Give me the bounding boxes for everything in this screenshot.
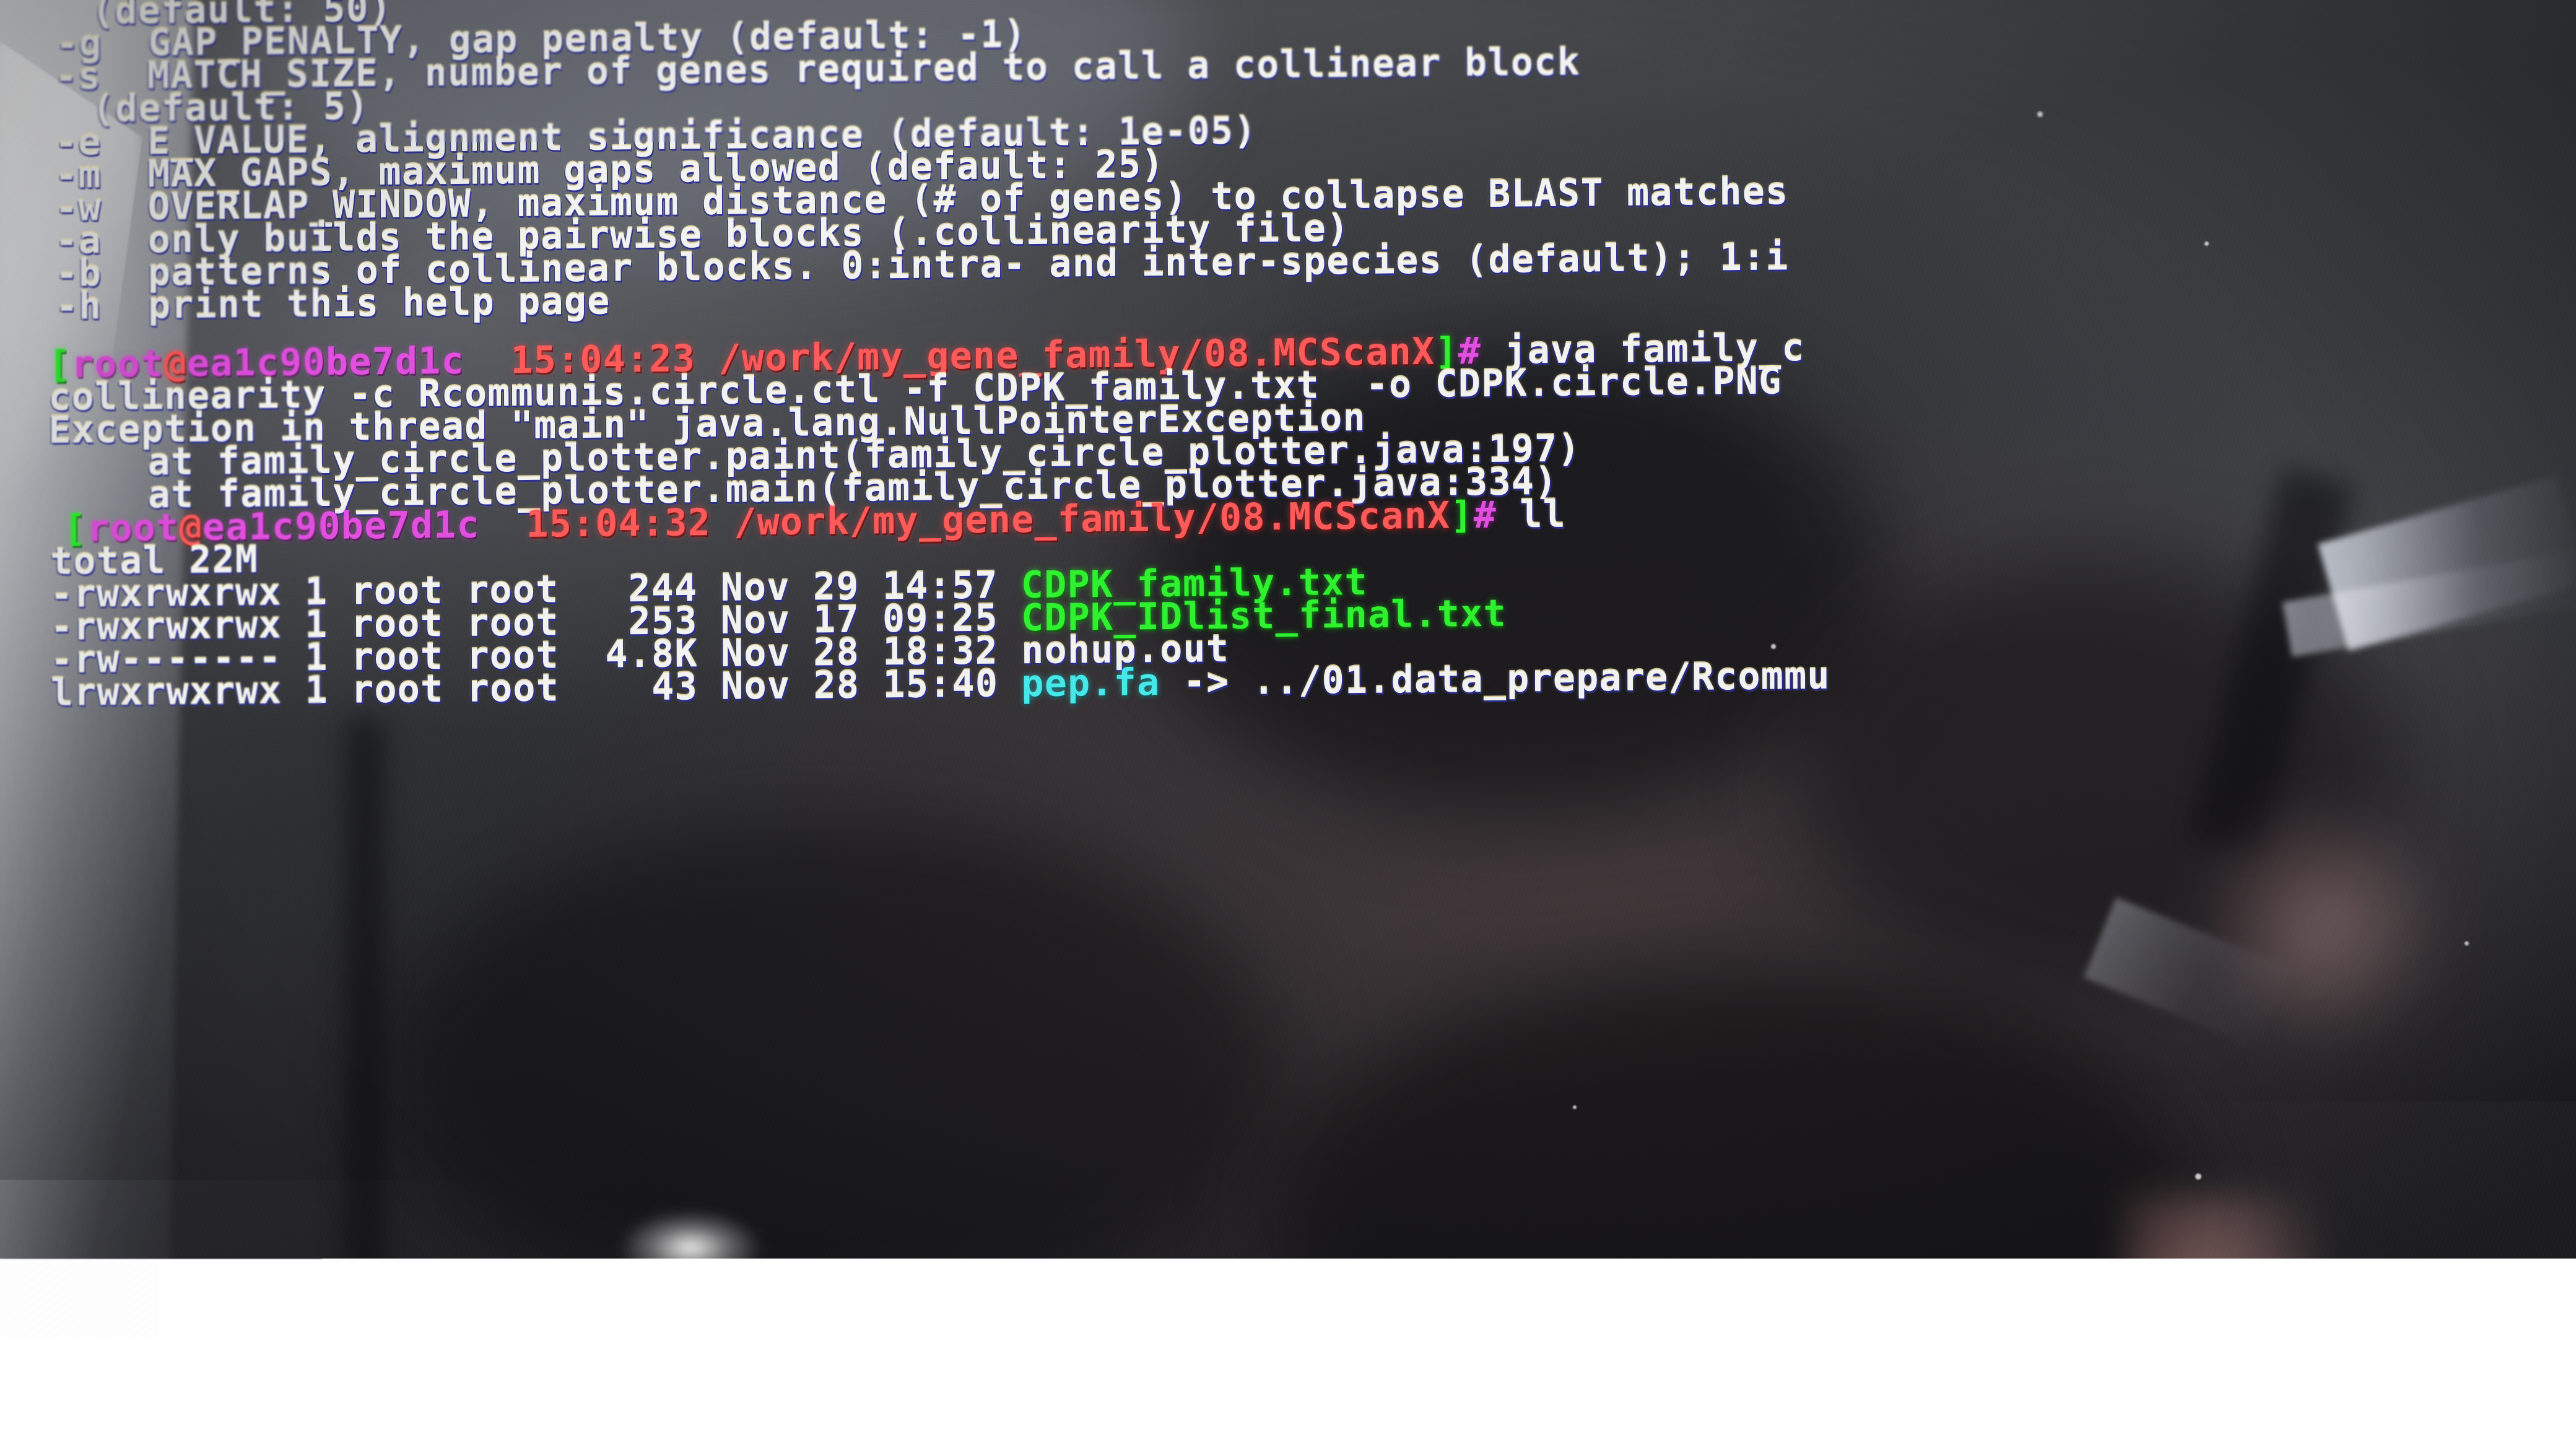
terminal-screen: (default: 50) -g GAP_PENALTY, gap penalty… xyxy=(0,0,2576,1449)
focus-softness-left xyxy=(0,0,322,1449)
camera-datetime-stamp: 2023/11/29 15:05 xyxy=(36,1353,329,1390)
focus-softness-top xyxy=(0,0,2576,142)
